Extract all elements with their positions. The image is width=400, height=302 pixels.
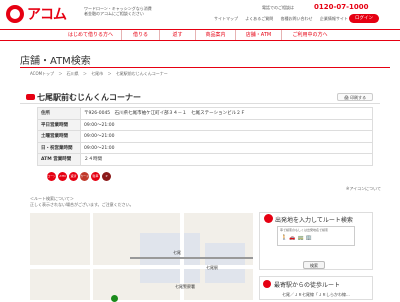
nav-item-store-atm[interactable]: 店舗・ATM: [236, 30, 282, 40]
store-type-icon: [26, 94, 35, 100]
store-location-pin[interactable]: [111, 295, 118, 302]
nav-item-borrow[interactable]: 借りる: [122, 30, 160, 40]
acom-logo-text[interactable]: アコム: [27, 4, 67, 24]
row-label: 平日営業時間: [37, 118, 81, 131]
atm-icon: ATM: [58, 172, 67, 181]
table-row: 住所 〒926-0045 石川県七尾市袖ケ江町イ部３４－１ 七尾ステーションビル２…: [37, 107, 373, 120]
global-nav: はじめて借りる方へ 借りる 返す 商品案内 店舗・ATM ご利用中の方へ: [0, 29, 400, 41]
card-icon: カード: [80, 172, 89, 181]
breadcrumb: ACOMトップ ＞ 石川県 ＞ 七尾市 ＞ 七尾駅前むじんくんコーナー: [30, 71, 171, 77]
row-value: 09:00～21:00: [80, 141, 373, 154]
route-search-title: 出発地を入力してルート検索: [275, 217, 353, 224]
map-railway: [130, 257, 253, 259]
title-divider: [20, 67, 390, 68]
route-note: ＜ルート検索について＞ 正しく表示されない場合がございます。ご注意ください。: [30, 196, 134, 208]
p-icon: P: [102, 172, 111, 181]
util-link-corporate[interactable]: 企業情報サイト: [320, 16, 348, 21]
map-label-station: 七尾: [173, 250, 181, 255]
table-row: 平日営業時間 09:00～21:00: [37, 118, 373, 131]
route-note-text: 正しく表示されない場合がございます。ご注意ください。: [30, 202, 134, 207]
nav-item-first-time[interactable]: はじめて借りる方へ: [60, 30, 122, 40]
train-icon: [263, 280, 271, 288]
row-label: 土曜営業時間: [37, 130, 81, 143]
map-label-town: 七尾警察署: [175, 284, 195, 289]
map-road: [30, 265, 253, 269]
table-row: 土曜営業時間 09:00～21:00: [37, 130, 373, 143]
row-value: 09:00～21:00: [80, 130, 373, 143]
breadcrumb-current: 七尾駅前むじんくんコーナー: [115, 71, 168, 76]
utility-links: サイトマップ よくあるご質問 各種お問い合わせ 企業情報サイト: [214, 16, 354, 22]
nav-item-current-users[interactable]: ご利用中の方へ: [282, 30, 338, 40]
map-block: [205, 243, 245, 283]
row-value: 09:00～21:00: [80, 118, 373, 131]
print-label: 印刷する: [350, 95, 367, 100]
table-row: 日・祝営業時間 09:00～21:00: [37, 141, 373, 154]
row-label: ATM 営業時間: [37, 153, 81, 166]
departure-input-label: 車で検索のもしくは出発地名で検索: [280, 228, 329, 232]
util-link-faq[interactable]: よくあるご質問: [245, 16, 273, 21]
breadcrumb-separator: ＞: [107, 71, 112, 76]
header-tagline: ワードローン・キャッシングなら消費者金融のアコムにご相談ください: [84, 6, 152, 16]
breadcrumb-prefecture[interactable]: 石川県: [67, 71, 79, 76]
row-value: ２４時間: [80, 153, 373, 166]
nav-item-products[interactable]: 商品案内: [196, 30, 236, 40]
util-link-sitemap[interactable]: サイトマップ: [214, 16, 238, 21]
login-button[interactable]: ログイン: [349, 14, 379, 23]
store-info-table: 住所 〒926-0045 石川県七尾市袖ケ江町イ部３４－１ 七尾ステーションビル２…: [37, 107, 373, 166]
nearby-route-link[interactable]: 七尾／ＪＲ七尾線「ＪＲしらかわ線...: [282, 292, 350, 298]
phone-number[interactable]: 0120-07-1000: [314, 3, 369, 11]
repay-icon: 返済: [69, 172, 78, 181]
breadcrumb-separator: ＞: [58, 71, 63, 76]
nearby-route-title: 最寄駅からの徒歩ルート: [274, 282, 341, 289]
store-map[interactable]: 七尾 七尾駅 七尾警察署: [30, 213, 253, 300]
parking-icon: 駐車: [91, 172, 100, 181]
row-label: 住所: [37, 107, 81, 120]
phone-label: 電話でのご相談は: [262, 5, 294, 10]
row-label: 日・祝営業時間: [37, 141, 81, 154]
map-road: [90, 213, 93, 300]
map-label-building: 七尾駅: [206, 265, 218, 270]
acom-logo-mark[interactable]: [6, 5, 24, 23]
breadcrumb-top[interactable]: ACOMトップ: [30, 71, 54, 76]
util-link-contact[interactable]: 各種お問い合わせ: [281, 16, 313, 21]
breadcrumb-city[interactable]: 七尾市: [91, 71, 103, 76]
store-name: 七尾駅前むじんくんコーナー: [37, 93, 141, 102]
table-row: ATM 営業時間 ２４時間: [37, 153, 373, 166]
nav-item-repay[interactable]: 返す: [160, 30, 196, 40]
row-value: 〒926-0045 石川県七尾市袖ケ江町イ部３４－１ 七尾ステーションビル２Ｆ: [80, 107, 373, 120]
icon-note-link[interactable]: ※アイコンについて: [346, 186, 381, 192]
breadcrumb-separator: ＞: [82, 71, 87, 76]
print-button[interactable]: 🖨 印刷する: [337, 93, 373, 101]
page-title: 店舗・ATM検索: [20, 56, 91, 67]
route-search-button[interactable]: 検索: [303, 261, 325, 269]
route-search-icon: [264, 214, 273, 223]
transport-mode-icons[interactable]: 🚶🚗🚃🏢: [281, 235, 314, 241]
loan-icon: ローン: [47, 172, 56, 181]
